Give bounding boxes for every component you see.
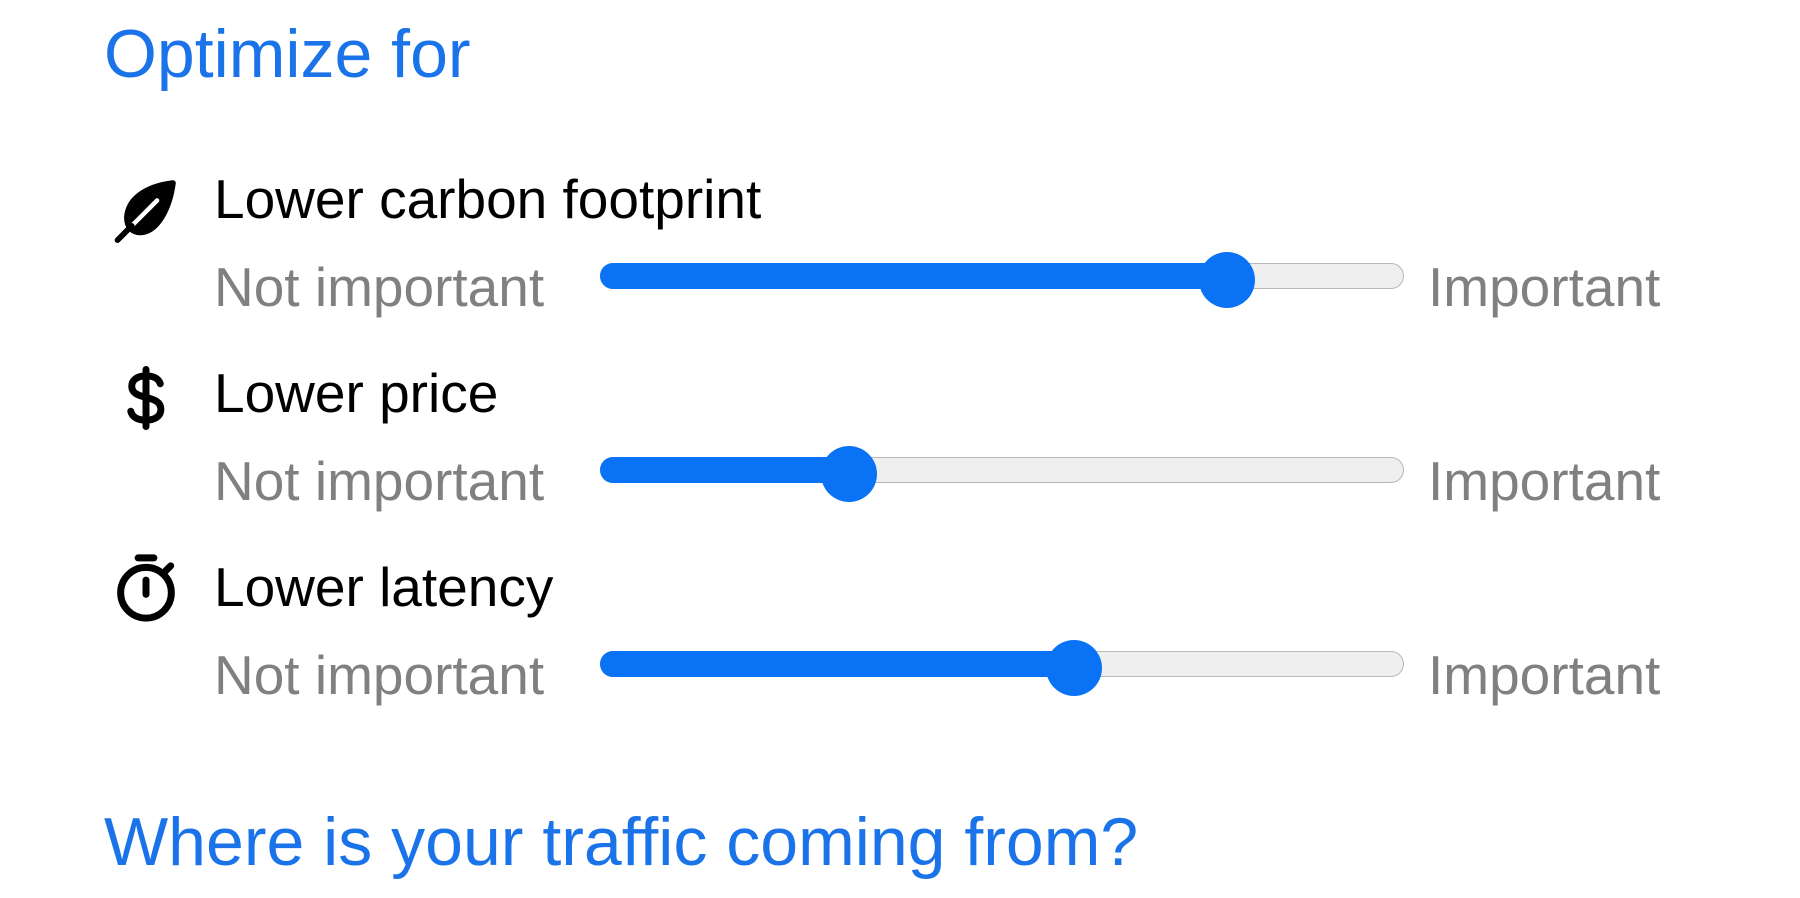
scale-max-label: Important xyxy=(1428,256,1661,318)
scale-min-label: Not important xyxy=(214,256,545,318)
leaf-icon xyxy=(108,172,184,248)
dollar-icon xyxy=(108,360,184,436)
criterion-label: Lower price xyxy=(214,362,499,424)
traffic-heading: Where is your traffic coming from? xyxy=(104,804,1139,880)
criterion-latency: Lower latency Not important Important xyxy=(0,554,1800,720)
scale-max-label: Important xyxy=(1428,644,1661,706)
slider-fill xyxy=(600,457,849,483)
slider-thumb[interactable] xyxy=(1046,640,1102,696)
criterion-label: Lower latency xyxy=(214,556,554,618)
latency-importance-slider[interactable] xyxy=(600,640,1406,696)
price-importance-slider[interactable] xyxy=(600,446,1406,502)
optimize-heading: Optimize for xyxy=(104,16,471,92)
slider-thumb[interactable] xyxy=(821,446,877,502)
scale-max-label: Important xyxy=(1428,450,1661,512)
slider-fill xyxy=(600,651,1074,677)
slider-fill xyxy=(600,263,1227,289)
stopwatch-icon xyxy=(108,550,184,626)
scale-min-label: Not important xyxy=(214,644,545,706)
criterion-price: Lower price Not important Important xyxy=(0,366,1800,526)
criterion-label: Lower carbon footprint xyxy=(214,168,762,230)
scale-min-label: Not important xyxy=(214,450,545,512)
slider-thumb[interactable] xyxy=(1199,252,1255,308)
carbon-importance-slider[interactable] xyxy=(600,252,1406,308)
criterion-carbon: Lower carbon footprint Not important Imp… xyxy=(0,172,1800,332)
